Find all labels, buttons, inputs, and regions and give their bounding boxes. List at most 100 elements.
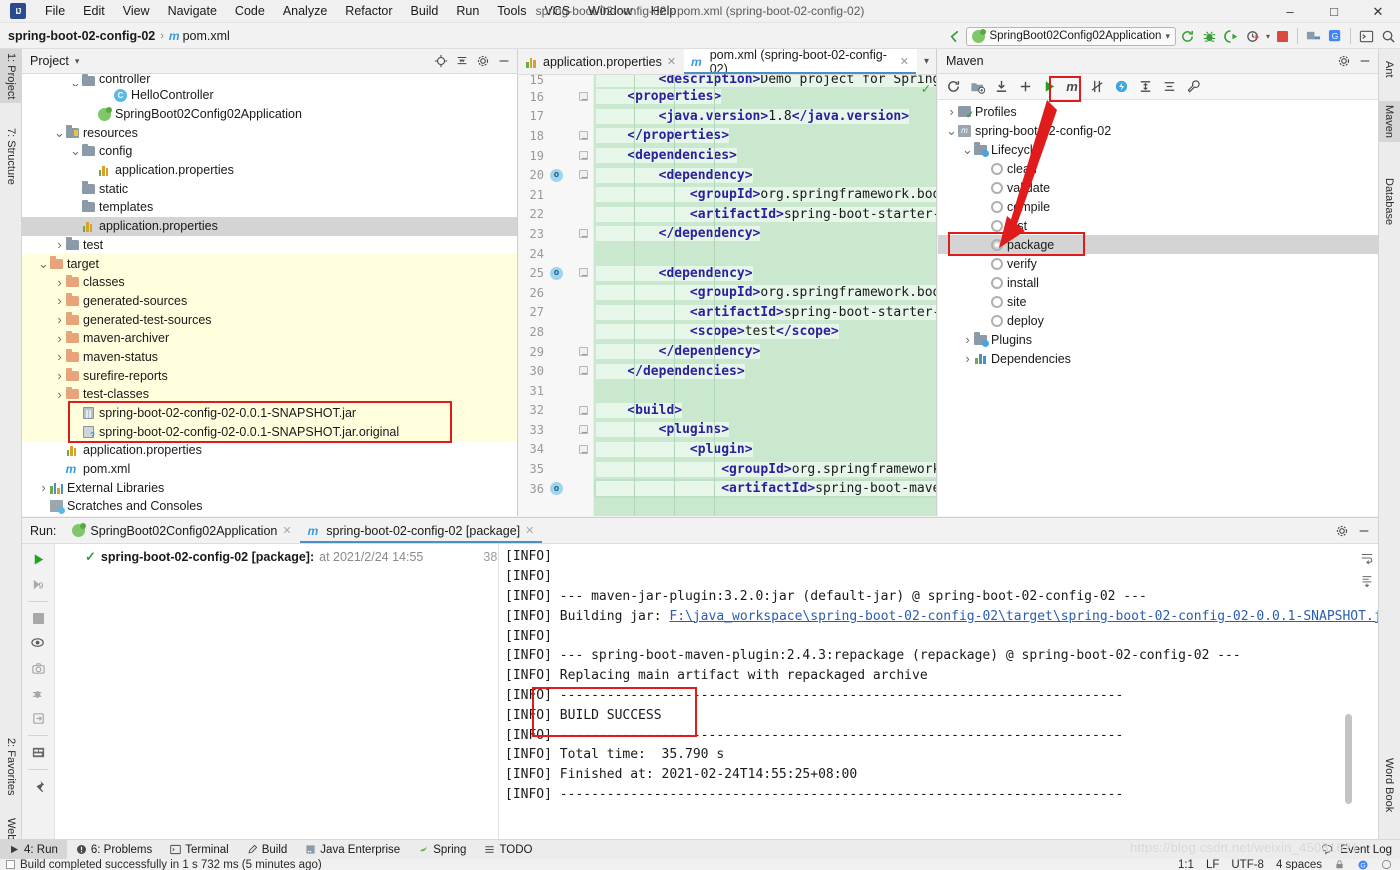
profiler-icon[interactable]: [1244, 26, 1264, 46]
code-folding-icon[interactable]: [579, 347, 588, 356]
window-controls[interactable]: – □ ✕: [1268, 0, 1400, 23]
gutter-line[interactable]: 25: [519, 263, 593, 283]
code-line[interactable]: </dependencies>: [594, 361, 936, 381]
maven-settings-icon[interactable]: [1182, 76, 1205, 97]
menu-window[interactable]: Window: [579, 2, 641, 20]
code-line[interactable]: <dependency>: [594, 165, 936, 185]
tree-row[interactable]: spring-boot-02-config-02-0.0.1-SNAPSHOT.…: [22, 422, 517, 441]
run-with-coverage-icon[interactable]: [1222, 26, 1242, 46]
run-result-row[interactable]: ✓ spring-boot-02-config-02 [package]: at…: [55, 547, 498, 567]
menu-refactor[interactable]: Refactor: [336, 2, 401, 20]
tree-row[interactable]: ›surefire-reports: [22, 366, 517, 385]
maven-tree-row[interactable]: verify: [938, 254, 1378, 273]
tree-row[interactable]: templates: [22, 198, 517, 217]
hide-icon[interactable]: [1354, 521, 1373, 540]
tree-row[interactable]: ›test-classes: [22, 385, 517, 404]
chevron-down-icon[interactable]: ⌄: [70, 148, 81, 154]
tree-row[interactable]: ›classes: [22, 273, 517, 292]
settings-icon[interactable]: [1334, 52, 1353, 71]
chevron-right-icon[interactable]: ›: [38, 480, 49, 495]
code-folding-icon[interactable]: [579, 229, 588, 238]
status-checkbox-icon[interactable]: [6, 860, 15, 869]
hide-icon[interactable]: [494, 52, 513, 71]
code-line[interactable]: <scope>test</scope>: [594, 322, 936, 342]
debug-icon[interactable]: [27, 683, 49, 704]
project-structure-icon[interactable]: [1303, 26, 1323, 46]
stop-icon[interactable]: [1272, 26, 1292, 46]
event-log-label[interactable]: Event Log: [1340, 844, 1392, 856]
execute-maven-goal-icon[interactable]: m: [1062, 76, 1085, 97]
code-folding-icon[interactable]: [579, 170, 588, 179]
maven-tree-row[interactable]: ›Dependencies: [938, 349, 1378, 368]
gutter-line[interactable]: 26: [519, 283, 593, 303]
back-arrow-icon[interactable]: [944, 26, 964, 46]
chevron-right-icon[interactable]: ›: [54, 387, 65, 402]
spring-bean-gutter-icon[interactable]: [550, 169, 563, 182]
gutter-line[interactable]: 18: [519, 126, 593, 146]
code-folding-icon[interactable]: [579, 366, 588, 375]
menu-code[interactable]: Code: [226, 2, 274, 20]
close-icon[interactable]: ✕: [667, 55, 676, 68]
maximize-button[interactable]: □: [1312, 0, 1356, 23]
menu-build[interactable]: Build: [402, 2, 448, 20]
tree-row[interactable]: ›test: [22, 236, 517, 255]
tree-row[interactable]: ›generated-sources: [22, 292, 517, 311]
code-folding-icon[interactable]: [579, 406, 588, 415]
maven-tree-row[interactable]: ⌄Lifecycle: [938, 140, 1378, 159]
hide-icon[interactable]: [1355, 52, 1374, 71]
add-maven-project-icon[interactable]: [966, 76, 989, 97]
tree-row[interactable]: ›maven-status: [22, 348, 517, 367]
chevron-right-icon[interactable]: ›: [946, 104, 957, 119]
gutter-line[interactable]: 29: [519, 342, 593, 362]
code-line[interactable]: <plugins>: [594, 420, 936, 440]
scroll-to-end-icon[interactable]: [1358, 572, 1376, 590]
toggle-skip-tests-icon[interactable]: [1086, 76, 1109, 97]
console-scrollbar[interactable]: [1345, 714, 1352, 804]
bottom-item-java-enterprise[interactable]: Java Enterprise: [296, 840, 409, 860]
locate-icon[interactable]: [431, 52, 450, 71]
tree-row[interactable]: application.properties: [22, 217, 517, 236]
tree-row[interactable]: ⌄target: [22, 254, 517, 273]
sidebar-item-ant[interactable]: Ant: [1378, 57, 1400, 82]
chevron-right-icon[interactable]: ›: [54, 368, 65, 383]
tree-row[interactable]: application.properties: [22, 441, 517, 460]
gutter-line[interactable]: 15: [519, 75, 593, 87]
inspection-ok-icon[interactable]: ✓: [922, 81, 930, 97]
rerun-icon[interactable]: [27, 549, 49, 570]
code-line[interactable]: <dependency>: [594, 263, 936, 283]
gutter-line[interactable]: 35: [519, 459, 593, 479]
chevron-down-icon[interactable]: ⌄: [962, 147, 973, 153]
menu-navigate[interactable]: Navigate: [159, 2, 226, 20]
code-line[interactable]: <groupId>org.springframework.boot</: [594, 185, 936, 205]
maven-tree-row[interactable]: compile: [938, 197, 1378, 216]
maven-tree-row[interactable]: site: [938, 292, 1378, 311]
lock-icon[interactable]: [1334, 859, 1345, 870]
add-icon[interactable]: [1014, 76, 1037, 97]
expand-all-icon[interactable]: [1134, 76, 1157, 97]
chevron-down-icon[interactable]: ⌄: [38, 261, 49, 267]
profiler-dropdown-icon[interactable]: ▾: [1266, 32, 1270, 41]
filter-icon[interactable]: [27, 633, 49, 654]
pin-icon[interactable]: [27, 776, 49, 797]
chevron-right-icon[interactable]: ›: [962, 332, 973, 347]
line-separator[interactable]: LF: [1206, 859, 1219, 870]
maven-tree-row[interactable]: deploy: [938, 311, 1378, 330]
run-maven-goal-icon[interactable]: [1038, 76, 1061, 97]
gutter-line[interactable]: 31: [519, 381, 593, 401]
code-line[interactable]: </properties>: [594, 126, 936, 146]
tree-row[interactable]: ›External Libraries: [22, 478, 517, 497]
tree-row[interactable]: CHelloController: [22, 86, 517, 105]
code-line[interactable]: <properties>: [594, 87, 936, 107]
gutter-line[interactable]: 33: [519, 420, 593, 440]
tree-row[interactable]: ⌄config: [22, 142, 517, 161]
menu-tools[interactable]: Tools: [488, 2, 535, 20]
collapse-all-icon[interactable]: [1158, 76, 1181, 97]
editor-gutter[interactable]: 1516171819202122232425262728293031323334…: [519, 75, 594, 516]
code-line[interactable]: <groupId>org.springframework.boot</: [594, 283, 936, 303]
bottom-item-todo[interactable]: TODO: [475, 840, 541, 860]
sidebar-item-project[interactable]: 1: Project: [0, 49, 22, 103]
tab-application-properties[interactable]: application.properties ✕: [519, 49, 684, 74]
sidebar-item-favorites[interactable]: 2: Favorites: [0, 734, 22, 799]
close-icon[interactable]: ✕: [282, 524, 291, 537]
console-file-link[interactable]: F:\java_workspace\spring-boot-02-config-…: [669, 609, 1378, 624]
